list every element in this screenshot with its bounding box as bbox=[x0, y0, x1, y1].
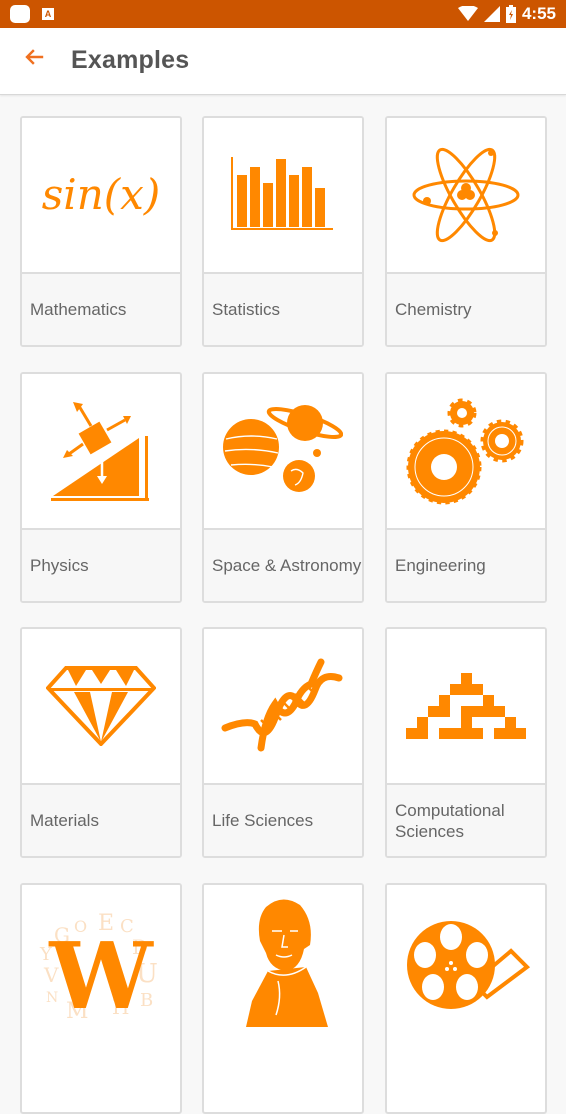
cellular-automaton-icon bbox=[406, 673, 526, 739]
back-button[interactable] bbox=[20, 44, 48, 72]
planets-icon bbox=[223, 405, 343, 492]
category-label: Statistics bbox=[204, 272, 362, 345]
page-title: Examples bbox=[71, 46, 190, 74]
category-card-chemistry[interactable]: Chemistry bbox=[385, 116, 547, 347]
category-label: Engineering bbox=[387, 528, 545, 601]
category-label: Computational Sciences bbox=[387, 783, 545, 856]
category-card-physics[interactable]: Physics bbox=[20, 372, 182, 603]
category-label: Life Sciences bbox=[204, 783, 362, 856]
category-card-mathematics[interactable]: sin(x) Mathematics bbox=[20, 116, 182, 347]
category-card-life-sciences[interactable]: Life Sciences bbox=[202, 627, 364, 858]
category-card-people[interactable] bbox=[202, 883, 364, 1114]
status-time: 4:55 bbox=[521, 4, 556, 23]
dna-icon bbox=[221, 658, 343, 752]
category-card-words[interactable]: GO EC YD VU NB MH W bbox=[20, 883, 182, 1114]
a-notification-icon: A bbox=[42, 8, 54, 20]
wifi-icon bbox=[457, 6, 478, 21]
app-icon bbox=[10, 5, 30, 23]
category-card-media[interactable] bbox=[385, 883, 547, 1114]
words-letters-icon: GO EC YD VU NB MH W bbox=[39, 911, 158, 1022]
category-card-space-astronomy[interactable]: Space & Astronomy bbox=[202, 372, 364, 603]
arrow-left-icon bbox=[25, 49, 44, 65]
svg-text:sin(x): sin(x) bbox=[42, 170, 161, 219]
category-label: Mathematics bbox=[22, 272, 180, 345]
diamond-icon bbox=[46, 666, 156, 746]
inclined-plane-icon bbox=[51, 402, 149, 501]
bar-chart-icon bbox=[231, 157, 333, 230]
category-card-statistics[interactable]: Statistics bbox=[202, 116, 364, 347]
app-bar: Examples bbox=[0, 28, 566, 95]
battery-charging-icon bbox=[505, 5, 516, 23]
atom-icon bbox=[412, 147, 520, 243]
category-card-computational-sciences[interactable]: Computational Sciences bbox=[385, 627, 547, 858]
gears-icon bbox=[406, 398, 524, 505]
category-label: Physics bbox=[22, 528, 180, 601]
category-card-materials[interactable]: Materials bbox=[20, 627, 182, 858]
category-card-engineering[interactable]: Engineering bbox=[385, 372, 547, 603]
category-label: Space & Astronomy bbox=[204, 528, 362, 601]
portrait-icon bbox=[246, 899, 328, 1027]
category-label: Chemistry bbox=[387, 272, 545, 345]
category-label: Materials bbox=[22, 783, 180, 856]
sin-x-icon: sin(x) bbox=[42, 170, 161, 219]
svg-text:W: W bbox=[48, 922, 154, 1022]
film-reel-icon bbox=[407, 921, 531, 1009]
status-bar: A 4:55 bbox=[0, 0, 566, 28]
signal-icon bbox=[483, 6, 500, 22]
